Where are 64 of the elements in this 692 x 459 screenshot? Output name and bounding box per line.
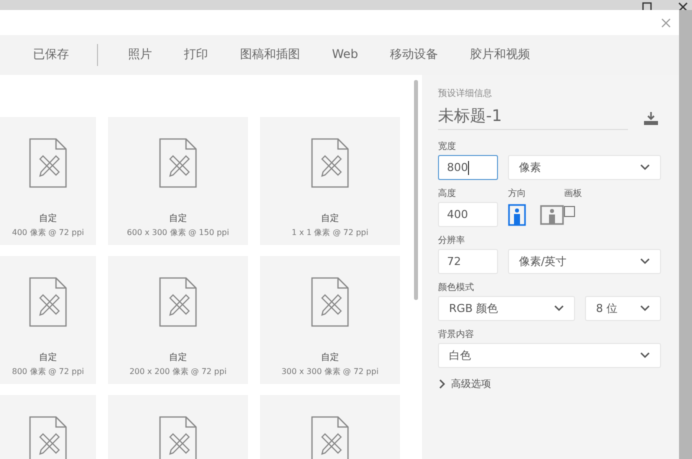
- preset-title: 自定: [39, 212, 57, 225]
- chevron-icon: [640, 162, 650, 172]
- landscape-orientation-icon[interactable]: [540, 204, 564, 224]
- field-label: 分辨率: [438, 234, 466, 247]
- dropdown[interactable]: 白色: [438, 343, 661, 368]
- tab[interactable]: 移动设备: [390, 42, 438, 68]
- document-icon: [159, 416, 197, 459]
- field-label: 背景内容: [438, 328, 475, 341]
- preset-title: 自定: [321, 212, 339, 225]
- dropdown[interactable]: RGB 颜色: [438, 296, 575, 321]
- preset-size: 200 x 200 像素 @ 72 ppi: [129, 366, 227, 377]
- chevron-icon: [640, 304, 650, 314]
- preset-title: 自定: [39, 352, 57, 364]
- document-icon: [159, 277, 197, 327]
- scrollbar-thumb[interactable]: [414, 80, 418, 300]
- input-field[interactable]: 800: [438, 155, 498, 180]
- section-heading: 预设详细信息: [438, 88, 493, 100]
- maximize-icon[interactable]: [642, 2, 652, 10]
- document-icon: [29, 277, 67, 327]
- document-icon: [29, 138, 67, 188]
- preset-card[interactable]: 自定 200 x 200 像素 @ 72 ppi: [108, 256, 248, 384]
- preset-size: 300 x 300 像素 @ 72 ppi: [281, 366, 379, 377]
- field-label: 方向: [508, 188, 527, 200]
- advanced-options-toggle[interactable]: 高级选项: [438, 377, 661, 391]
- preset-size: 600 x 300 像素 @ 150 ppi: [126, 227, 230, 238]
- preset-card[interactable]: 自定 800 像素 @ 72 ppi: [0, 256, 96, 384]
- dropdown[interactable]: 像素/英寸: [508, 249, 661, 274]
- field-label: 高度: [438, 188, 457, 200]
- tab[interactable]: 照片: [128, 42, 152, 68]
- field-label: 颜色模式: [438, 282, 475, 294]
- document-icon: [311, 277, 349, 327]
- close-icon[interactable]: [678, 2, 688, 10]
- chevron-icon: [640, 256, 650, 266]
- dropdown[interactable]: 像素: [508, 155, 661, 180]
- preset-card[interactable]: 自定 300 x 300 像素 @ 72 ppi: [260, 256, 400, 384]
- tab[interactable]: 打印: [184, 42, 208, 68]
- preset-card[interactable]: 自定 400 像素 @ 72 ppi: [0, 117, 96, 245]
- preset-size: 1 x 1 像素 @ 72 ppi: [292, 227, 368, 238]
- preset-card[interactable]: 自定 1 x 1 像素 @ 72 ppi: [260, 117, 400, 245]
- chevron-icon: [554, 304, 564, 314]
- document-name-field[interactable]: 未标题-1: [438, 106, 628, 130]
- tab[interactable]: 胶片和视频: [470, 42, 530, 68]
- document-icon: [311, 138, 349, 188]
- tab[interactable]: 图稿和插图: [240, 42, 300, 68]
- portrait-orientation-icon[interactable]: [508, 204, 526, 226]
- preset-card[interactable]: 自定 600 x 300 像素 @ 150 ppi: [108, 117, 248, 245]
- tab[interactable]: 已保存: [33, 42, 69, 68]
- document-icon: [159, 138, 197, 188]
- preset-size: 400 像素 @ 72 ppi: [12, 227, 84, 238]
- checkbox[interactable]: [564, 206, 575, 217]
- field-label: 画板: [564, 188, 582, 200]
- input-field[interactable]: 72: [438, 249, 498, 274]
- chevron-icon: [640, 350, 650, 360]
- preset-title: 自定: [169, 352, 187, 364]
- chevron-icon: [438, 379, 448, 389]
- preset-title: 自定: [169, 212, 187, 225]
- preset-title: 自定: [321, 352, 339, 364]
- document-icon: [29, 416, 67, 459]
- preset-size: 800 像素 @ 72 ppi: [12, 366, 84, 377]
- dropdown[interactable]: 8 位: [585, 296, 661, 321]
- input-field[interactable]: 400: [438, 202, 498, 227]
- tab[interactable]: Web: [332, 43, 358, 67]
- document-icon: [311, 416, 349, 459]
- field-label: 宽度: [438, 140, 457, 153]
